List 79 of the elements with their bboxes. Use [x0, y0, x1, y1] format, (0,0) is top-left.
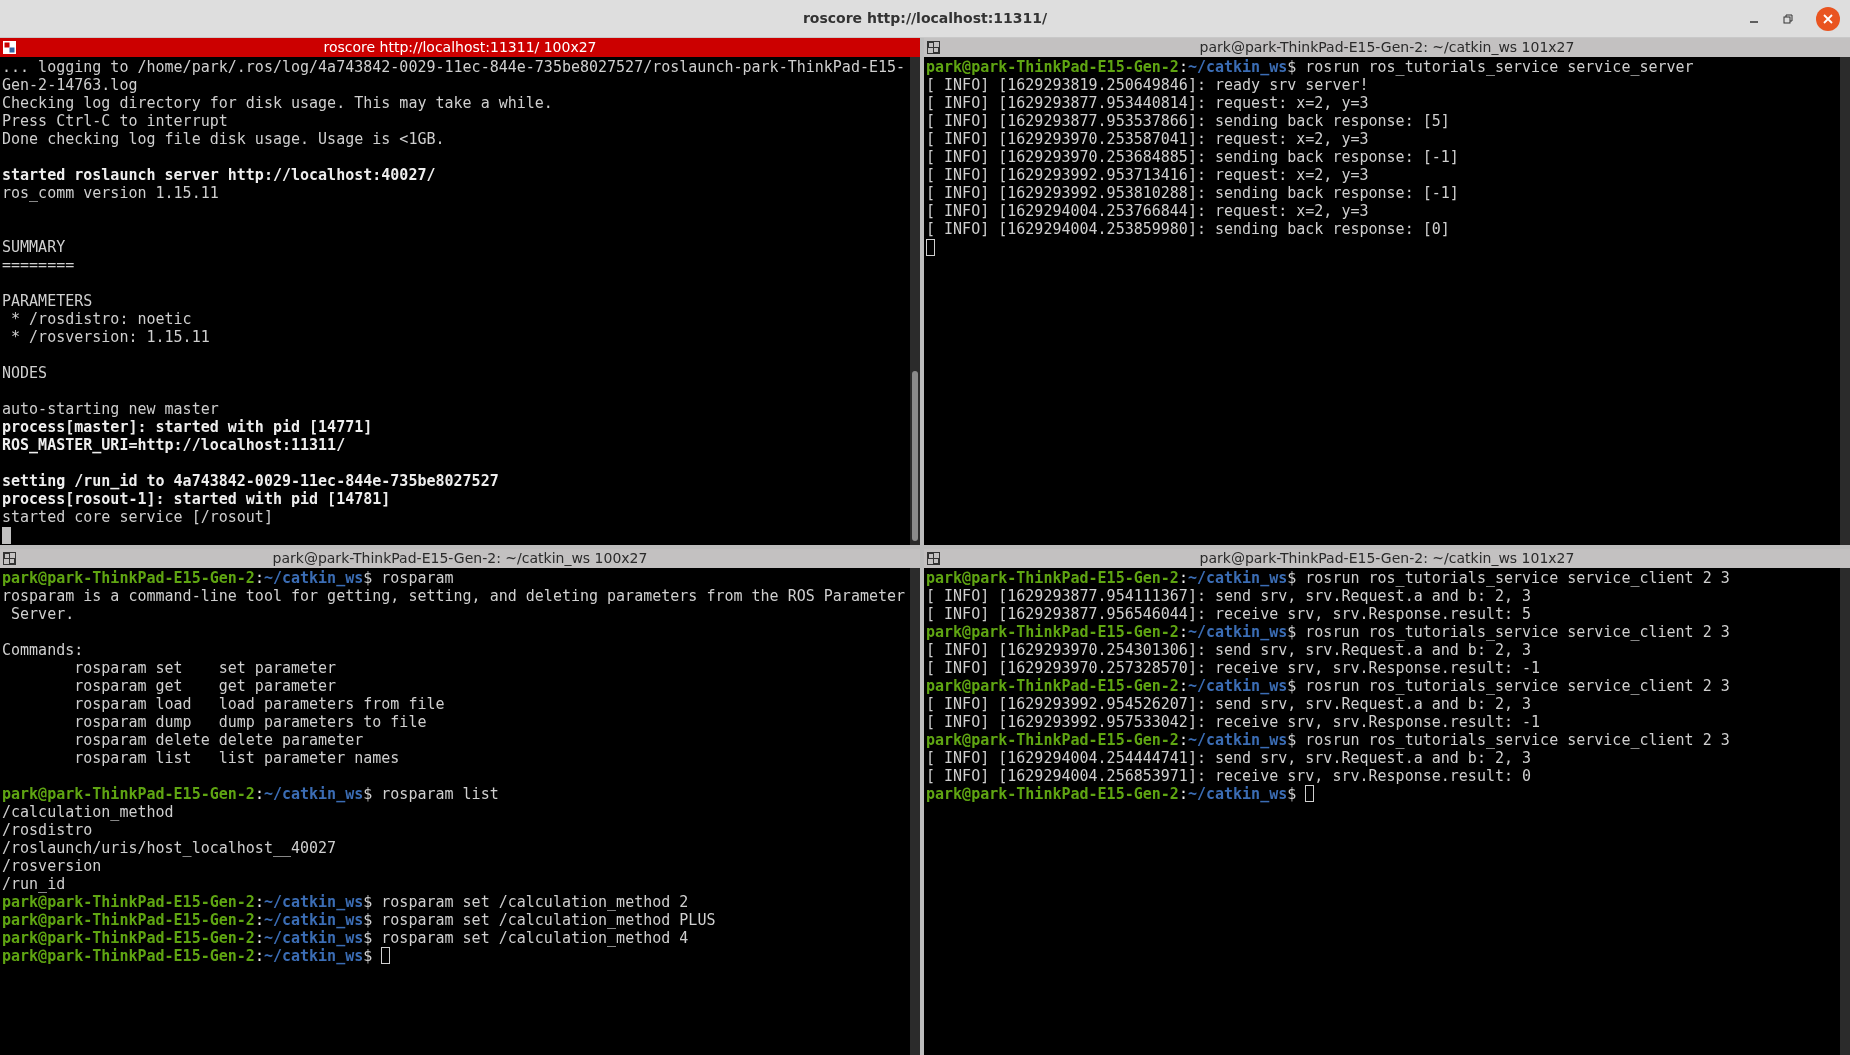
terminal-line: /calculation_method	[2, 802, 174, 821]
terminal-line: setting /run_id to 4a743842-0029-11ec-844e-735be8027527	[2, 472, 499, 490]
terminal-line: /run_id	[2, 874, 66, 893]
pane-title: roscore http://localhost:11311/ 100x27	[323, 38, 597, 57]
terminal-line: [ INFO] [1629293877.954111367]: send srv, srv.Request.a and b: 2, 3	[926, 586, 1532, 605]
terminal-line: [ INFO] [1629293992.957533042]: receive srv, srv.Response.result: -1	[926, 712, 1541, 731]
window-title: roscore http://localhost:11311/	[802, 9, 1048, 28]
terminal-line: ROS_MASTER_URI=http://localhost:11311/	[2, 436, 346, 454]
terminal-line: rosparam get get parameter	[73, 676, 337, 695]
terminal-line: [ INFO] [1629293970.253684885]: sending back response: [-1]	[926, 148, 1459, 166]
prompt-line: park@park-ThinkPad-E15-Gen-2:~/catkin_ws$ rosparam set /calculation_method 4	[2, 928, 689, 947]
pane-title: park@park-ThinkPad-E15-Gen-2: ~/catkin_ws 100x27	[272, 548, 648, 568]
grid-menu-icon[interactable]	[3, 551, 16, 565]
prompt-line: park@park-ThinkPad-E15-Gen-2:~/catkin_ws$ rosrun ros_tutorials_service service_client 2 3	[926, 730, 1730, 749]
terminal-line: * /rosdistro: noetic	[10, 310, 192, 328]
terminal-line: [ INFO] [1629293819.250649846]: ready srv server!	[926, 76, 1369, 94]
prompt-line: park@park-ThinkPad-E15-Gen-2:~/catkin_ws$	[926, 784, 1297, 803]
pane-title: park@park-ThinkPad-E15-Gen-2: ~/catkin_ws 101x27	[1199, 38, 1575, 57]
terminal-line: /rosversion	[2, 856, 102, 875]
terminal-line: rosparam dump dump parameters to file	[73, 712, 427, 731]
prompt-line: park@park-ThinkPad-E15-Gen-2:~/catkin_ws$ rosrun ros_tutorials_service service_client 2 3	[926, 676, 1730, 695]
terminal-line: SUMMARY	[2, 238, 66, 256]
terminal-line: [ INFO] [1629294004.256853971]: receive srv, srv.Response.result: 0	[926, 766, 1532, 785]
terminal-line: Checking log directory for disk usage. This may take a while.	[2, 94, 553, 112]
terminal-line: * /rosversion: 1.15.11	[10, 328, 210, 346]
terminal-line: rosparam list list parameter names	[73, 748, 400, 767]
text-cursor	[1305, 785, 1315, 802]
scrollbar[interactable]	[910, 567, 920, 1055]
prompt-line: park@park-ThinkPad-E15-Gen-2:~/catkin_ws$ rosrun ros_tutorials_service service_server	[926, 58, 1694, 76]
terminal-line: process[master]: started with pid [14771]	[2, 418, 373, 436]
terminal-line: ========	[2, 256, 75, 274]
terminal-line: [ INFO] [1629293992.954526207]: send srv, srv.Request.a and b: 2, 3	[926, 694, 1532, 713]
terminal-line: [ INFO] [1629294004.253859980]: sending back response: [0]	[926, 220, 1450, 238]
terminal-line: [ INFO] [1629293992.953810288]: sending back response: [-1]	[926, 184, 1459, 202]
terminal-line: [ INFO] [1629293970.253587041]: request: x=2, y=3	[926, 130, 1369, 148]
terminal-line: process[rosout-1]: started with pid [14781]	[2, 490, 391, 508]
prompt-line: park@park-ThinkPad-E15-Gen-2:~/catkin_ws$ rosparam	[2, 568, 454, 587]
terminal-line: [ INFO] [1629293970.254301306]: send srv, srv.Request.a and b: 2, 3	[926, 640, 1532, 659]
restore-icon[interactable]	[1782, 13, 1794, 25]
terminal-line: Server.	[10, 604, 75, 623]
terminal-line: /rosdistro	[2, 820, 93, 839]
prompt-line: park@park-ThinkPad-E15-Gen-2:~/catkin_ws$ rosrun ros_tutorials_service service_client 2 3	[926, 622, 1730, 641]
terminal-line: rosparam load load parameters from file	[73, 694, 445, 713]
terminal-line: ros_comm version 1.15.11	[2, 184, 219, 202]
terminal-line: started roslaunch server http://localhost:40027/	[2, 166, 436, 184]
terminal-line: Gen-2-14763.log	[2, 76, 138, 94]
text-cursor	[926, 238, 935, 256]
close-icon[interactable]	[1816, 7, 1840, 31]
terminal-line: [ INFO] [1629294004.253766844]: request: x=2, y=3	[926, 202, 1369, 220]
scrollbar[interactable]	[1840, 567, 1850, 1055]
terminal-line: PARAMETERS	[2, 292, 93, 310]
terminal-line: Commands:	[2, 640, 84, 659]
prompt-line: park@park-ThinkPad-E15-Gen-2:~/catkin_ws$	[2, 946, 373, 965]
terminal-line: NODES	[2, 364, 48, 382]
terminal-line: rosparam delete delete parameter	[73, 730, 364, 749]
scrollbar[interactable]	[910, 57, 920, 545]
terminal-line: [ INFO] [1629293877.956546044]: receive srv, srv.Response.result: 5	[926, 604, 1532, 623]
terminal-line: rosparam set set parameter	[73, 658, 337, 677]
terminal-line: /roslaunch/uris/host_localhost__40027	[2, 838, 337, 857]
terminal-line: Done checking log file disk usage. Usage is <1GB.	[2, 130, 445, 148]
terminal-line: [ INFO] [1629293970.257328570]: receive srv, srv.Response.result: -1	[926, 658, 1541, 677]
terminal-line: Press Ctrl-C to interrupt	[2, 112, 228, 130]
prompt-line: park@park-ThinkPad-E15-Gen-2:~/catkin_ws$ rosparam set /calculation_method PLUS	[2, 910, 716, 929]
terminal-line: started core service [/rosout]	[2, 508, 273, 526]
text-cursor	[381, 947, 391, 964]
prompt-line: park@park-ThinkPad-E15-Gen-2:~/catkin_ws$ rosparam set /calculation_method 2	[2, 892, 689, 911]
terminal-line: [ INFO] [1629293992.953713416]: request: x=2, y=3	[926, 166, 1369, 184]
grid-menu-icon[interactable]	[927, 551, 940, 565]
prompt-line: park@park-ThinkPad-E15-Gen-2:~/catkin_ws$ rosparam list	[2, 784, 499, 803]
scrollbar[interactable]	[1840, 57, 1850, 545]
terminal-line: [ INFO] [1629294004.254444741]: send srv, srv.Request.a and b: 2, 3	[926, 748, 1532, 767]
grid-menu-icon[interactable]	[927, 41, 940, 54]
prompt-line: park@park-ThinkPad-E15-Gen-2:~/catkin_ws$ rosrun ros_tutorials_service service_client 2 3	[926, 568, 1730, 587]
terminal-line: [ INFO] [1629293877.953537866]: sending back response: [5]	[926, 112, 1450, 130]
terminal-line: [ INFO] [1629293877.953440814]: request: x=2, y=3	[926, 94, 1369, 112]
terminal-line: ... logging to /home/park/.ros/log/4a743842-0029-11ec-844e-735be8027527/roslaunch-park-ThinkPad-E15-	[2, 58, 906, 76]
terminal-line: auto-starting new master	[2, 400, 219, 418]
pane-title: park@park-ThinkPad-E15-Gen-2: ~/catkin_ws 101x27	[1199, 548, 1575, 568]
terminal-line: rosparam is a command-line tool for getting, setting, and deleting parameters from the ROS Parameter	[2, 586, 906, 605]
